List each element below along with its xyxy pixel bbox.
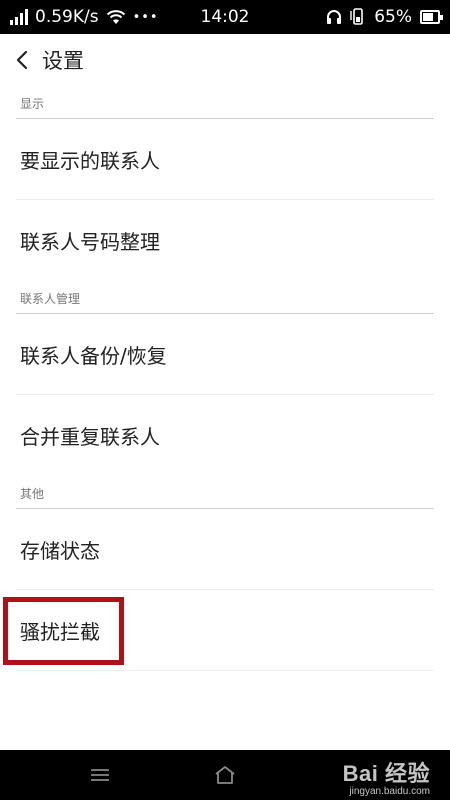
wifi-icon (106, 10, 125, 24)
status-right: 65% (326, 0, 443, 34)
list-item-number-organize[interactable]: 联系人号码整理 (16, 200, 434, 281)
page-title: 设置 (42, 49, 84, 73)
status-left: 0.59K/s ••• (10, 0, 159, 34)
mobile-signal-icon (350, 8, 364, 25)
section-header-other: 其他 (16, 476, 434, 509)
signal-icon (10, 9, 28, 25)
battery-icon (420, 10, 443, 24)
home-icon (215, 766, 235, 784)
chevron-left-icon (16, 50, 28, 70)
network-speed: 0.59K/s (35, 7, 99, 27)
home-button[interactable] (195, 750, 255, 800)
settings-list: 显示 要显示的联系人 联系人号码整理 联系人管理 联系人备份/恢复 合并重复联系… (0, 86, 450, 750)
list-item-contacts-to-display[interactable]: 要显示的联系人 (16, 119, 434, 200)
watermark-url: jingyan.baidu.com (349, 786, 430, 797)
list-item-harassment-block[interactable]: 骚扰拦截 (16, 590, 434, 671)
battery-percent: 65% (374, 7, 412, 27)
section-header-contact-management: 联系人管理 (16, 281, 434, 314)
more-dots: ••• (132, 9, 159, 25)
watermark: Bai 经验 jingyan.baidu.com (343, 756, 430, 797)
list-item-merge-duplicates[interactable]: 合并重复联系人 (16, 395, 434, 476)
back-button[interactable] (2, 34, 42, 86)
nav-bar: Bai 经验 jingyan.baidu.com (0, 750, 450, 800)
clock: 14:02 (200, 7, 250, 27)
headset-icon (327, 10, 342, 24)
list-item-backup-restore[interactable]: 联系人备份/恢复 (16, 314, 434, 395)
app-header: 设置 (0, 34, 450, 86)
list-item-storage-status[interactable]: 存储状态 (16, 509, 434, 590)
watermark-logo: Bai 经验 (342, 761, 430, 786)
status-bar: 0.59K/s ••• 14:02 65% (0, 0, 450, 34)
menu-button[interactable] (70, 750, 130, 800)
section-header-display: 显示 (16, 86, 434, 119)
menu-icon (91, 769, 109, 781)
